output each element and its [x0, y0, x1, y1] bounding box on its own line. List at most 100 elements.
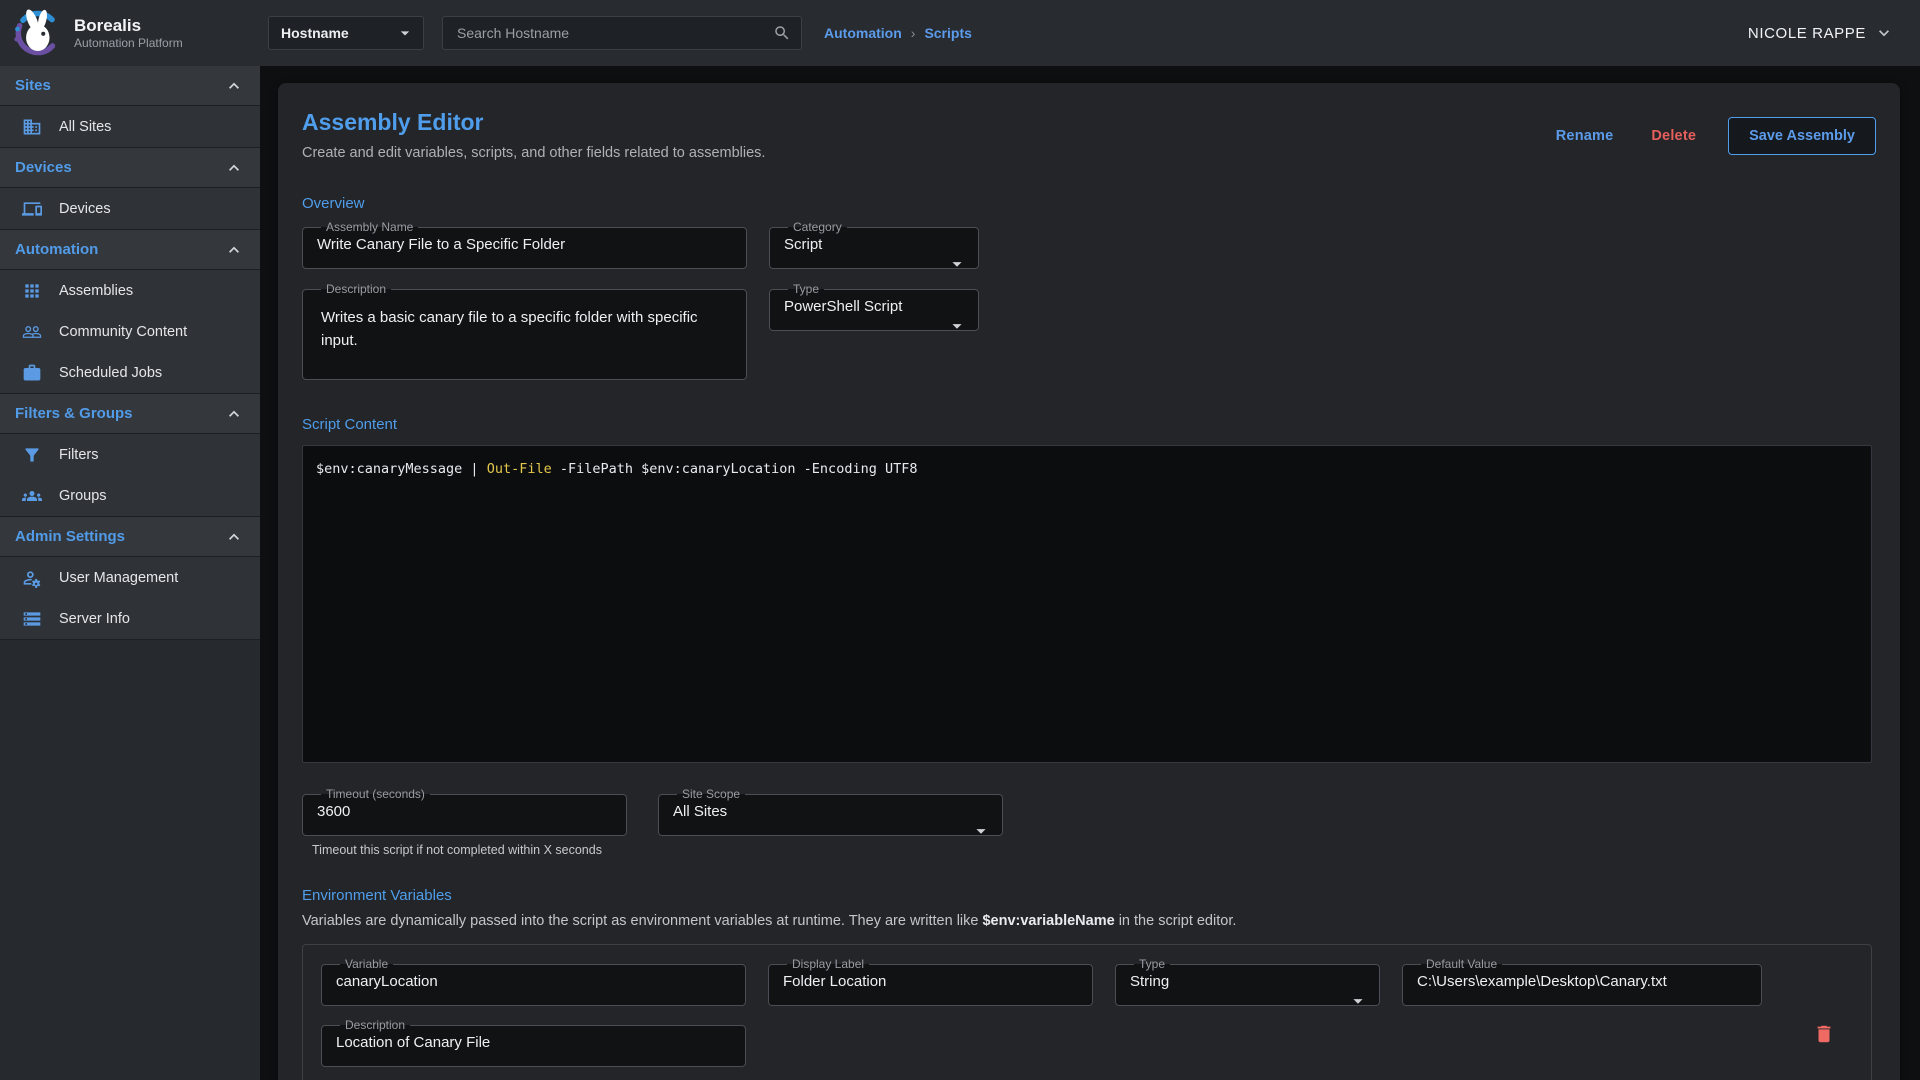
script-code-line: $env:canaryMessage | Out-File -FilePath … [316, 461, 1858, 477]
breadcrumb-separator: › [911, 25, 916, 41]
assembly-name-label: Assembly Name [321, 222, 418, 233]
funnel-icon [22, 445, 42, 465]
user-gear-icon [22, 568, 42, 588]
sidebar-item-devices[interactable]: Devices [0, 188, 260, 229]
people-icon [22, 322, 42, 342]
sidebar-item-label: Devices [59, 201, 111, 217]
display-label-label: Display Label [787, 959, 869, 970]
page-subtitle: Create and edit variables, scripts, and … [302, 145, 765, 161]
sidebar-item-label: Community Content [59, 324, 187, 340]
overview-section-label: Overview [302, 195, 1876, 212]
description-label: Description [321, 284, 391, 295]
variable-row-2: Description Location of Canary File [321, 1020, 1853, 1067]
sidebar-item-all-sites[interactable]: All Sites [0, 106, 260, 147]
save-assembly-button[interactable]: Save Assembly [1728, 117, 1876, 155]
timeout-field[interactable]: Timeout (seconds) 3600 [302, 789, 627, 836]
script-code-editor[interactable]: $env:canaryMessage | Out-File -FilePath … [302, 445, 1872, 763]
sidebar-item-label: Server Info [59, 611, 130, 627]
sidebar-header-label: Filters & Groups [15, 405, 133, 422]
description-field[interactable]: Description Writes a basic canary file t… [302, 284, 747, 380]
chevron-down-icon [1874, 23, 1894, 43]
assembly-name-value[interactable]: Write Canary File to a Specific Folder [315, 233, 734, 253]
sidebar-header-admin-settings[interactable]: Admin Settings [0, 517, 260, 557]
type-select[interactable]: Type PowerShell Script [769, 284, 979, 331]
sidebar-header-devices[interactable]: Devices [0, 148, 260, 188]
sidebar-header-automation[interactable]: Automation [0, 230, 260, 270]
site-scope-label: Site Scope [677, 789, 745, 800]
env-desc-suffix: in the script editor. [1115, 913, 1237, 929]
sidebar-item-groups[interactable]: Groups [0, 475, 260, 516]
sidebar-item-server-info[interactable]: Server Info [0, 598, 260, 639]
variable-name-field[interactable]: Variable canaryLocation [321, 959, 746, 1006]
groups-icon [22, 486, 42, 506]
description-value[interactable]: Writes a basic canary file to a specific… [315, 295, 734, 353]
main-content: Assembly Editor Create and edit variable… [260, 66, 1920, 1080]
default-value-label: Default Value [1421, 959, 1502, 970]
default-value-value[interactable]: C:\Users\example\Desktop\Canary.txt [1415, 970, 1749, 990]
category-label: Category [788, 222, 847, 233]
chevron-down-icon [395, 23, 415, 43]
sidebar-item-label: Groups [59, 488, 107, 504]
env-desc-code: $env:variableName [982, 913, 1114, 929]
dropdown-caret-icon [1347, 990, 1369, 1012]
variable-description-field[interactable]: Description Location of Canary File [321, 1020, 746, 1067]
category-select[interactable]: Category Script [769, 222, 979, 269]
variable-row-1: Variable canaryLocation Display Label Fo… [321, 959, 1853, 1006]
site-scope-select[interactable]: Site Scope All Sites [658, 789, 1003, 836]
delete-variable-button[interactable] [1809, 1019, 1839, 1052]
search-input[interactable] [455, 24, 773, 42]
server-icon [22, 609, 42, 629]
sidebar-section-devices: Devices Devices [0, 148, 260, 230]
delete-button[interactable]: Delete [1639, 120, 1708, 152]
display-label-value[interactable]: Folder Location [781, 970, 1080, 990]
assembly-name-field[interactable]: Assembly Name Write Canary File to a Spe… [302, 222, 747, 269]
search-icon[interactable] [773, 24, 791, 42]
overview-row-1: Assembly Name Write Canary File to a Spe… [302, 222, 1876, 269]
variable-name-value[interactable]: canaryLocation [334, 970, 733, 990]
sidebar-item-label: Filters [59, 447, 98, 463]
brand: Borealis Automation Platform [0, 8, 260, 58]
timeout-row: Timeout (seconds) 3600 Timeout this scri… [302, 789, 1876, 857]
sidebar-item-assemblies[interactable]: Assemblies [0, 270, 260, 311]
variable-type-value: String [1128, 970, 1367, 990]
env-vars-description: Variables are dynamically passed into th… [302, 913, 1876, 929]
sidebar-item-filters[interactable]: Filters [0, 434, 260, 475]
breadcrumb-automation[interactable]: Automation [824, 25, 902, 41]
card-header: Assembly Editor Create and edit variable… [302, 109, 1876, 161]
sidebar-header-sites[interactable]: Sites [0, 66, 260, 106]
sidebar-header-filters-groups[interactable]: Filters & Groups [0, 394, 260, 434]
user-menu[interactable]: NICOLE RAPPE [1748, 23, 1894, 43]
env-vars-section-label: Environment Variables [302, 887, 1876, 904]
sidebar-header-label: Admin Settings [15, 528, 125, 545]
brand-subtitle: Automation Platform [74, 36, 183, 50]
breadcrumb-scripts[interactable]: Scripts [924, 25, 971, 41]
type-label: Type [788, 284, 824, 295]
timeout-helper-text: Timeout this script if not completed wit… [312, 843, 627, 857]
variable-description-value[interactable]: Location of Canary File [334, 1031, 733, 1051]
trash-icon [1813, 1023, 1835, 1045]
sidebar-section-admin-settings: Admin Settings User Management Server In… [0, 517, 260, 640]
variable-description-label: Description [340, 1020, 410, 1031]
timeout-value[interactable]: 3600 [315, 800, 614, 820]
user-name: NICOLE RAPPE [1748, 25, 1866, 42]
grid-icon [22, 281, 42, 301]
hostname-select[interactable]: Hostname [268, 16, 424, 50]
default-value-field[interactable]: Default Value C:\Users\example\Desktop\C… [1402, 959, 1762, 1006]
page-title: Assembly Editor [302, 109, 765, 136]
rename-button[interactable]: Rename [1544, 120, 1626, 152]
sidebar-item-community-content[interactable]: Community Content [0, 311, 260, 352]
building-icon [22, 117, 42, 137]
sidebar-item-label: User Management [59, 570, 178, 586]
sidebar-item-scheduled-jobs[interactable]: Scheduled Jobs [0, 352, 260, 393]
sidebar-header-label: Automation [15, 241, 98, 258]
display-label-field[interactable]: Display Label Folder Location [768, 959, 1093, 1006]
env-variable-card: Variable canaryLocation Display Label Fo… [302, 944, 1872, 1080]
sidebar-header-label: Sites [15, 77, 51, 94]
sidebar-item-user-management[interactable]: User Management [0, 557, 260, 598]
script-section-label: Script Content [302, 416, 1876, 433]
breadcrumb: Automation › Scripts [824, 25, 972, 41]
sidebar-section-filters-groups: Filters & Groups Filters Groups [0, 394, 260, 517]
assembly-editor-card: Assembly Editor Create and edit variable… [278, 83, 1900, 1080]
chevron-up-icon [224, 404, 244, 424]
variable-type-select[interactable]: Type String [1115, 959, 1380, 1006]
